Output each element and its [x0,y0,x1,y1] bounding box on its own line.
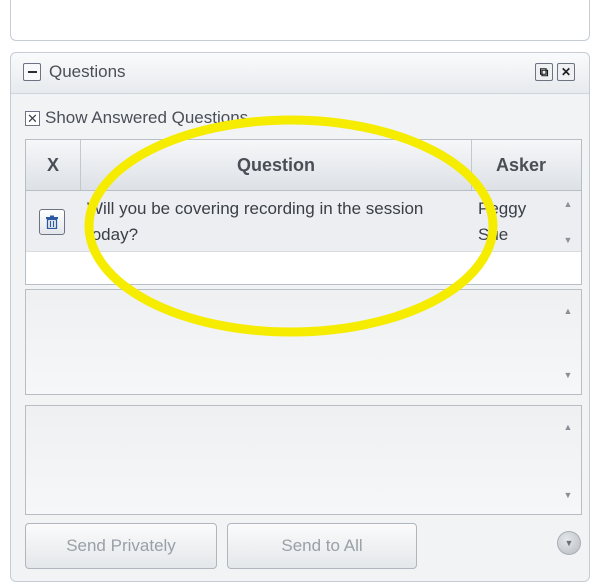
minus-icon [27,71,37,73]
questions-panel: Questions ⧉ ✕ ✕ Show Answered Questions … [10,52,590,582]
questions-table: X Question Asker Will you be covering re… [25,139,582,285]
delete-question-button[interactable] [39,209,65,235]
close-button[interactable]: ✕ [557,63,575,81]
trash-icon [46,215,58,229]
popout-button[interactable]: ⧉ [535,63,553,81]
answer-textbox[interactable]: ▲ ▼ [25,289,582,395]
compose-scrollbar[interactable]: ▲ ▼ [555,406,581,514]
table-header: X Question Asker [26,140,581,191]
restore-window-icon: ⧉ [539,65,549,79]
scroll-down-icon[interactable]: ▼ [561,490,575,500]
panel-header: Questions ⧉ ✕ [11,53,589,94]
column-header-x[interactable]: X [26,140,81,190]
close-icon: ✕ [560,65,572,79]
table-row[interactable]: Will you be covering recording in the se… [26,191,581,252]
options-button[interactable]: ▼ [557,531,581,555]
scroll-down-icon[interactable]: ▼ [561,235,575,245]
show-answered-label: Show Answered Questions [45,108,249,127]
answer-scrollbar[interactable]: ▲ ▼ [555,290,581,394]
asker-name: Peggy Sue [478,199,527,244]
show-answered-checkbox[interactable]: ✕ [25,111,40,126]
panel-title: Questions [49,62,126,81]
chevron-down-icon: ▼ [564,538,574,548]
scroll-up-icon[interactable]: ▲ [561,199,575,209]
scroll-down-icon[interactable]: ▼ [561,370,575,380]
send-to-all-button[interactable]: Send to All [227,523,417,569]
scroll-up-icon[interactable]: ▲ [561,306,575,316]
column-header-question[interactable]: Question [81,140,472,190]
collapse-button[interactable] [23,63,41,81]
scroll-up-icon[interactable]: ▲ [561,422,575,432]
column-header-asker[interactable]: Asker [472,140,581,190]
send-privately-button[interactable]: Send Privately [25,523,217,569]
compose-textbox[interactable]: ▲ ▼ [25,405,582,515]
top-panel [10,0,590,41]
question-text: Will you be covering recording in the se… [87,199,424,244]
row-scrollbar[interactable]: ▲ ▼ [555,191,581,251]
